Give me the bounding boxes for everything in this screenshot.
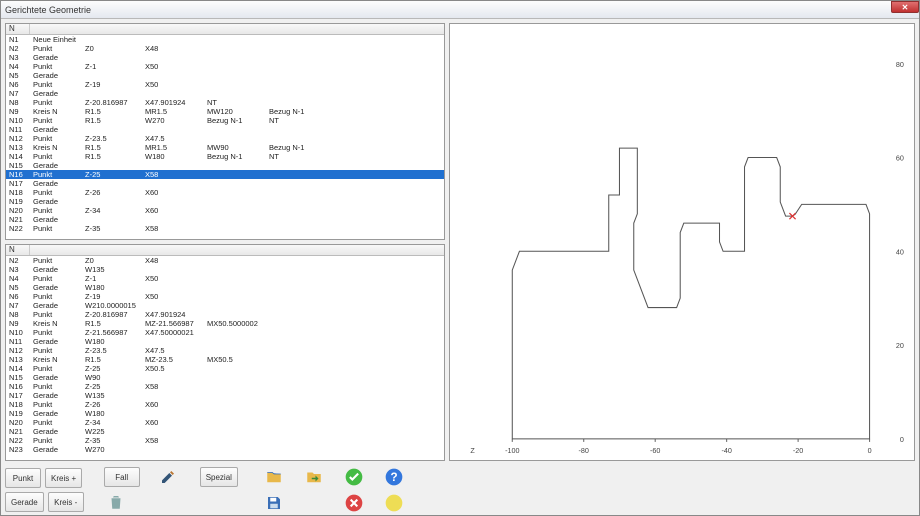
table-row[interactable]: N13Kreis NR1.5MZ-23.5MX50.5 — [6, 355, 444, 364]
svg-text:-20: -20 — [793, 446, 803, 455]
table-row[interactable]: N7GeradeW210.0000015 — [6, 301, 444, 310]
table-row[interactable]: N4PunktZ-1X50 — [6, 274, 444, 283]
toolbar: Punkt Kreis + Gerade Kreis - Fall — [1, 465, 919, 515]
table-row[interactable]: N9Kreis NR1.5MZ-21.566987MX50.5000002 — [6, 319, 444, 328]
svg-text:40: 40 — [896, 247, 904, 256]
svg-text:Z: Z — [470, 446, 475, 455]
table-row[interactable]: N12PunktZ-23.5X47.5 — [6, 346, 444, 355]
table-row[interactable]: N8PunktZ-20.816987X47.901924 — [6, 310, 444, 319]
geometry-plot: -100 -80 -60 -40 -20 0 80 60 40 20 0 Z — [456, 30, 908, 461]
table-row[interactable]: N16PunktZ-25X58 — [6, 382, 444, 391]
table-row[interactable]: N16PunktZ-25X58 — [6, 170, 444, 179]
help-icon[interactable]: ? — [382, 466, 406, 488]
kreis-plus-button[interactable]: Kreis + — [45, 468, 82, 488]
svg-text:-100: -100 — [505, 446, 519, 455]
table-row[interactable]: N13Kreis NR1.5MR1.5MW90Bezug N-1 — [6, 143, 444, 152]
spezial-button[interactable]: Spezial — [200, 467, 238, 487]
titlebar: Gerichtete Geometrie ✕ — [1, 1, 919, 19]
plot-canvas: -100 -80 -60 -40 -20 0 80 60 40 20 0 Z — [456, 30, 908, 454]
table-row[interactable]: N14PunktZ-25X50.5 — [6, 364, 444, 373]
grid-header: N — [6, 245, 444, 256]
table-row[interactable]: N23GeradeW270 — [6, 445, 444, 454]
table-row[interactable]: N22PunktZ-35X58 — [6, 436, 444, 445]
table-row[interactable]: N8PunktZ-20.816987X47.901924NT — [6, 98, 444, 107]
table-row[interactable]: N3Gerade — [6, 53, 444, 62]
table-row[interactable]: N6PunktZ-19X50 — [6, 292, 444, 301]
content-area: N N1Neue EinheitN2PunktZ0X48N3GeradeN4Pu… — [1, 19, 919, 465]
table-row[interactable]: N15GeradeW90 — [6, 373, 444, 382]
svg-text:0: 0 — [900, 435, 904, 444]
table-row[interactable]: N18PunktZ-26X60 — [6, 188, 444, 197]
open-icon[interactable] — [262, 466, 286, 488]
plot-panel: -100 -80 -60 -40 -20 0 80 60 40 20 0 Z — [449, 23, 915, 461]
table-row[interactable]: N19GeradeW180 — [6, 409, 444, 418]
kreis-minus-button[interactable]: Kreis - — [48, 492, 84, 512]
table-row[interactable]: N15Gerade — [6, 161, 444, 170]
svg-text:-40: -40 — [721, 446, 731, 455]
edit-icon[interactable] — [156, 466, 180, 488]
grid-header-n: N — [6, 245, 30, 255]
left-column: N N1Neue EinheitN2PunktZ0X48N3GeradeN4Pu… — [5, 23, 445, 461]
table-row[interactable]: N19Gerade — [6, 197, 444, 206]
fall-button[interactable]: Fall — [104, 467, 140, 487]
table-row[interactable]: N17GeradeW135 — [6, 391, 444, 400]
table-row[interactable]: N11GeradeW180 — [6, 337, 444, 346]
import-icon[interactable] — [302, 466, 326, 488]
table-row[interactable]: N18PunktZ-26X60 — [6, 400, 444, 409]
table-row[interactable]: N2PunktZ0X48 — [6, 44, 444, 53]
save-icon[interactable] — [262, 492, 286, 514]
svg-text:0: 0 — [868, 446, 872, 455]
table-row[interactable]: N7Gerade — [6, 89, 444, 98]
delete-icon[interactable] — [104, 491, 128, 513]
table-row[interactable]: N21Gerade — [6, 215, 444, 224]
svg-text:20: 20 — [896, 341, 904, 350]
table-row[interactable]: N6PunktZ-19X50 — [6, 80, 444, 89]
table-row[interactable]: N9Kreis NR1.5MR1.5MW120Bezug N-1 — [6, 107, 444, 116]
table-row[interactable]: N10PunktZ-21.566987X47.50000021 — [6, 328, 444, 337]
table-row[interactable]: N11Gerade — [6, 125, 444, 134]
table-row[interactable]: N20PunktZ-34X60 — [6, 206, 444, 215]
svg-text:?: ? — [390, 471, 397, 484]
table-row[interactable]: N20PunktZ-34X60 — [6, 418, 444, 427]
warn-icon[interactable] — [382, 492, 406, 514]
element-buttons: Punkt Kreis + Gerade Kreis - — [5, 468, 84, 512]
punkt-button[interactable]: Punkt — [5, 468, 41, 488]
table-row[interactable]: N17Gerade — [6, 179, 444, 188]
gerade-button[interactable]: Gerade — [5, 492, 44, 512]
ok-icon[interactable] — [342, 466, 366, 488]
svg-text:80: 80 — [896, 60, 904, 69]
geometry-grid-input[interactable]: N N1Neue EinheitN2PunktZ0X48N3GeradeN4Pu… — [5, 23, 445, 240]
geometry-grid-resolved[interactable]: N N2PunktZ0X48N3GeradeW135N4PunktZ-1X50N… — [5, 244, 445, 461]
svg-text:60: 60 — [896, 154, 904, 163]
table-row[interactable]: N3GeradeW135 — [6, 265, 444, 274]
grid-header: N — [6, 24, 444, 35]
table-row[interactable]: N5GeradeW180 — [6, 283, 444, 292]
table-row[interactable]: N12PunktZ-23.5X47.5 — [6, 134, 444, 143]
svg-text:-80: -80 — [579, 446, 589, 455]
svg-text:-60: -60 — [650, 446, 660, 455]
table-row[interactable]: N10PunktR1.5W270Bezug N-1NT — [6, 116, 444, 125]
table-row[interactable]: N4PunktZ-1X50 — [6, 62, 444, 71]
cancel-icon[interactable] — [342, 492, 366, 514]
window-title: Gerichtete Geometrie — [5, 5, 91, 15]
table-row[interactable]: N14PunktR1.5W180Bezug N-1NT — [6, 152, 444, 161]
grid-header-n: N — [6, 24, 30, 34]
table-row[interactable]: N1Neue Einheit — [6, 35, 444, 44]
table-row[interactable]: N2PunktZ0X48 — [6, 256, 444, 265]
close-button[interactable]: ✕ — [891, 1, 919, 13]
app-window: Gerichtete Geometrie ✕ N N1Neue EinheitN… — [0, 0, 920, 516]
table-row[interactable]: N22PunktZ-35X58 — [6, 224, 444, 233]
table-row[interactable]: N21GeradeW225 — [6, 427, 444, 436]
table-row[interactable]: N5Gerade — [6, 71, 444, 80]
